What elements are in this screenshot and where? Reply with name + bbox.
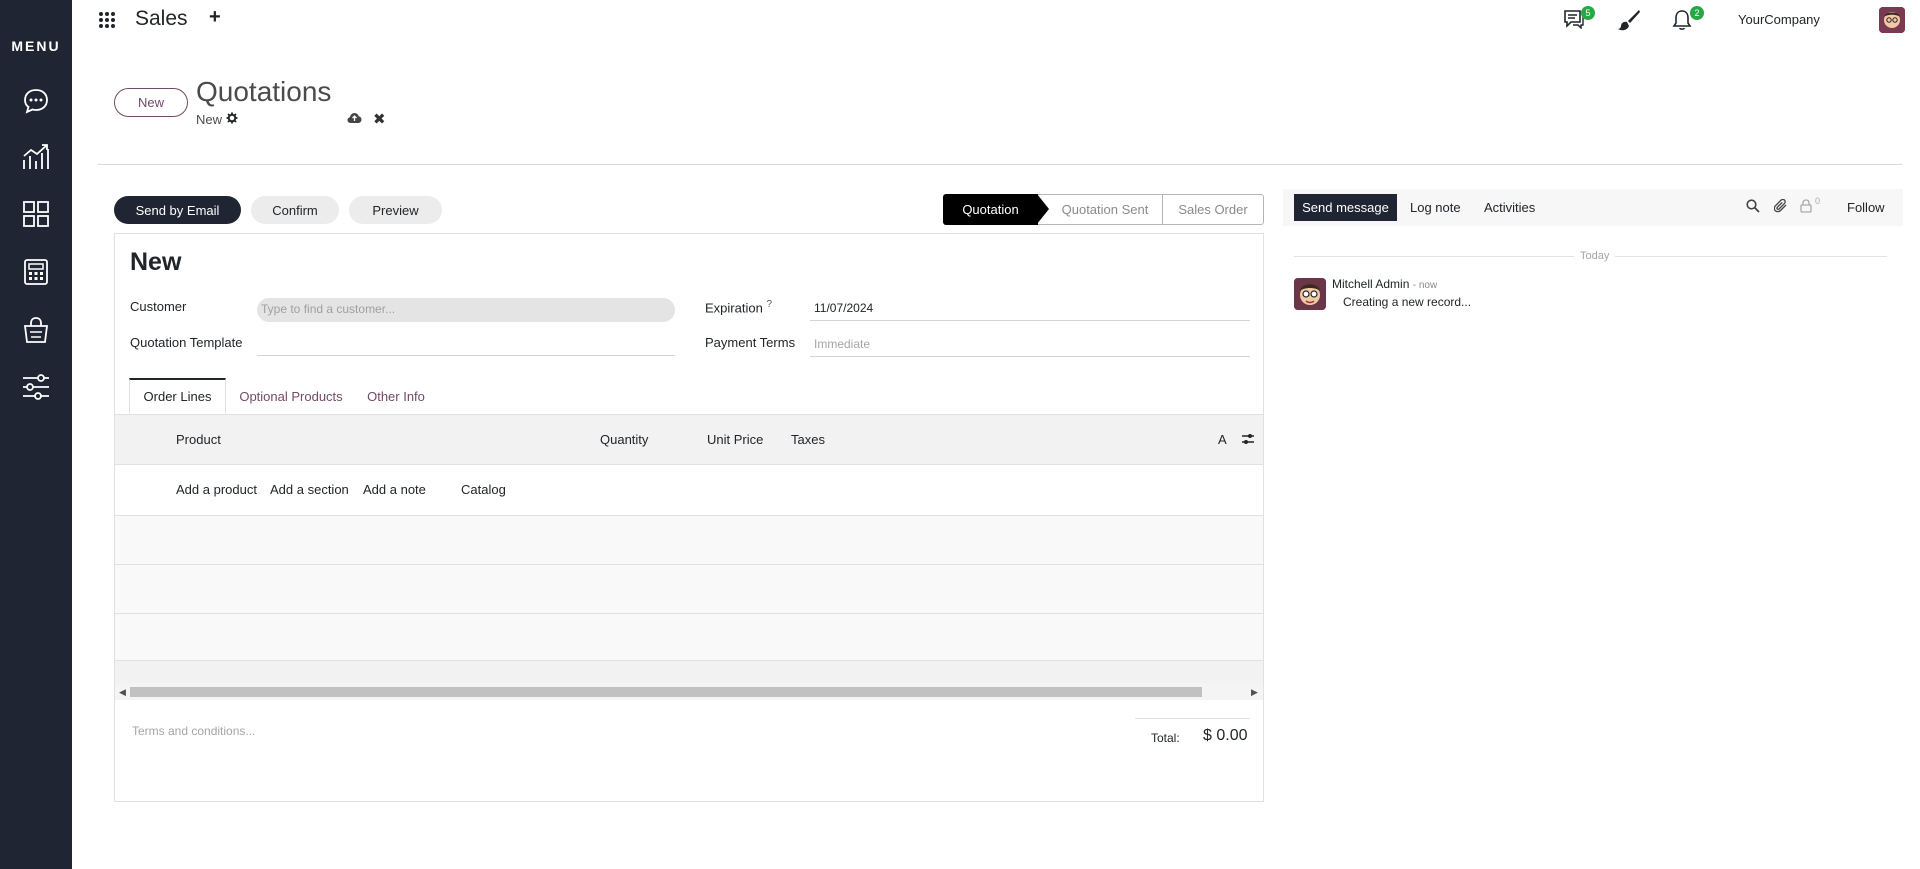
send-message-button[interactable]: Send message	[1294, 194, 1397, 221]
message-author: Mitchell Admin - now	[1332, 277, 1437, 291]
status-quotation[interactable]: Quotation	[943, 194, 1038, 225]
calculator-icon[interactable]	[21, 257, 51, 287]
message-author-avatar[interactable]	[1294, 278, 1326, 310]
discard-changes-icon[interactable]: ✖	[373, 110, 386, 128]
expiration-help-icon[interactable]: ?	[766, 299, 772, 310]
expiration-label: Expiration ?	[705, 299, 772, 315]
trend-chart-icon[interactable]	[21, 142, 51, 172]
quotation-template-label: Quotation Template	[130, 335, 243, 350]
catalog-link[interactable]: Catalog	[461, 482, 506, 497]
page-title[interactable]: Quotations	[196, 76, 331, 108]
add-note-link[interactable]: Add a note	[363, 482, 426, 497]
table-footer	[115, 661, 1263, 683]
paintbrush-icon[interactable]	[1617, 9, 1641, 31]
sliders-settings-icon[interactable]	[21, 372, 51, 402]
scrollbar-thumb[interactable]	[130, 687, 1202, 697]
empty-table-row	[115, 516, 1263, 565]
discuss-chat-icon[interactable]	[21, 86, 51, 116]
scroll-right-arrow-icon[interactable]: ▶	[1251, 687, 1258, 698]
header-divider	[98, 164, 1902, 165]
status-sales-order[interactable]: Sales Order	[1162, 194, 1264, 225]
activities-button[interactable]: Activities	[1484, 194, 1535, 221]
status-active-arrow	[1037, 194, 1049, 224]
app-title[interactable]: Sales	[135, 7, 188, 31]
customer-input[interactable]: Type to find a customer...	[257, 298, 675, 322]
grid-apps-icon[interactable]	[21, 199, 51, 229]
confirm-button[interactable]: Confirm	[251, 196, 339, 224]
preview-button[interactable]: Preview	[349, 196, 442, 224]
column-taxes[interactable]: Taxes	[791, 432, 825, 447]
status-quotation-sent[interactable]: Quotation Sent	[1037, 194, 1163, 225]
form-sheet: New Customer Type to find a customer... …	[114, 233, 1264, 802]
send-by-email-button[interactable]: Send by Email	[114, 196, 241, 224]
apps-menu-icon[interactable]	[98, 11, 116, 29]
total-divider	[1135, 718, 1250, 719]
add-product-link[interactable]: Add a product	[176, 482, 257, 497]
payment-terms-label: Payment Terms	[705, 335, 796, 350]
empty-table-row	[115, 565, 1263, 614]
record-name[interactable]: New	[130, 248, 181, 277]
add-section-link[interactable]: Add a section	[270, 482, 349, 497]
payment-terms-input[interactable]: Immediate	[810, 333, 1250, 357]
menu-label[interactable]: MENU	[0, 38, 72, 54]
optional-columns-toggle-icon[interactable]	[1241, 432, 1255, 446]
company-switcher[interactable]: YourCompany	[1738, 12, 1820, 27]
message-body: Creating a new record...	[1343, 295, 1472, 309]
column-unit-price[interactable]: Unit Price	[707, 432, 763, 447]
save-cloud-icon[interactable]	[347, 112, 362, 125]
shopping-basket-icon[interactable]	[21, 315, 51, 345]
expiration-date-input[interactable]: 11/07/2024	[810, 297, 1250, 321]
expiration-label-text: Expiration	[705, 300, 763, 316]
column-product[interactable]: Product	[176, 432, 221, 447]
bell-icon[interactable]: 2	[1672, 6, 1704, 31]
followers-count: 0	[1815, 196, 1821, 206]
user-avatar[interactable]	[1879, 7, 1905, 33]
column-quantity[interactable]: Quantity	[600, 432, 648, 447]
total-label: Total:	[1151, 731, 1180, 745]
search-icon[interactable]	[1746, 199, 1762, 215]
log-note-button[interactable]: Log note	[1410, 194, 1461, 221]
tab-optional-products[interactable]: Optional Products	[232, 378, 350, 414]
total-amount: $ 0.00	[1203, 727, 1248, 744]
follow-button[interactable]: Follow	[1847, 194, 1885, 221]
quotation-template-input[interactable]	[257, 332, 675, 356]
activities-count-badge: 2	[1690, 6, 1704, 20]
tab-other-info[interactable]: Other Info	[360, 378, 432, 414]
chatter-toolbar: Send message Log note Activities 0 Follo…	[1283, 189, 1903, 226]
empty-table-row	[115, 614, 1263, 661]
breadcrumb-current: New	[196, 112, 223, 127]
gear-icon[interactable]	[226, 112, 238, 127]
messages-icon[interactable]: 5	[1563, 6, 1595, 31]
tab-order-lines[interactable]: Order Lines	[129, 378, 226, 414]
sidebar: MENU	[0, 0, 72, 869]
message-time: - now	[1412, 280, 1438, 291]
horizontal-scrollbar[interactable]: ◀ ▶	[115, 683, 1263, 700]
quick-create-button[interactable]: +	[209, 6, 221, 29]
add-line-row: Add a product Add a section Add a note C…	[115, 465, 1263, 516]
paperclip-icon[interactable]	[1773, 198, 1790, 215]
message-author-name[interactable]: Mitchell Admin	[1332, 277, 1409, 291]
new-record-button[interactable]: New	[114, 88, 188, 117]
order-lines-header: Product Quantity Unit Price Taxes A	[115, 414, 1263, 465]
customer-label: Customer	[130, 299, 187, 314]
top-navbar: Sales + 5 2 YourCompany	[72, 0, 1920, 40]
lock-followers-icon[interactable]	[1800, 199, 1816, 215]
scroll-left-arrow-icon[interactable]: ◀	[119, 687, 126, 698]
date-separator-label: Today	[1574, 250, 1616, 262]
column-amount-truncated[interactable]: A	[1218, 432, 1227, 447]
breadcrumb: New	[196, 112, 238, 127]
terms-and-conditions-input[interactable]: Terms and conditions...	[132, 724, 255, 738]
messages-count-badge: 5	[1581, 6, 1595, 20]
